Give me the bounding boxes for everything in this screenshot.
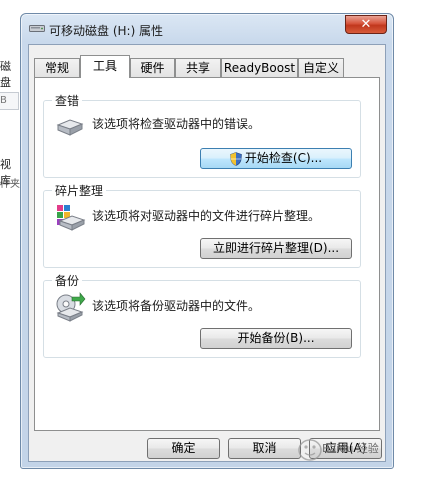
group-description: 该选项将备份驱动器中的文件。 xyxy=(92,299,261,313)
properties-dialog: 可移动磁盘 (H:) 属性 ✕ 常规 工具 硬件 共享 ReadyBoost 自… xyxy=(20,13,394,469)
group-title: 查错 xyxy=(52,92,83,109)
title-bar[interactable]: 可移动磁盘 (H:) 属性 ✕ xyxy=(21,14,393,44)
background-field: B xyxy=(0,92,19,110)
error-check-group: 查错 该选项将检查驱动器中的错误。 开始检查(C)... xyxy=(43,92,361,178)
defragment-now-button[interactable]: 立即进行碎片整理(D)... xyxy=(200,238,352,259)
defragment-icon xyxy=(57,205,86,231)
background-window: 磁盘 B 视库 件夹 xyxy=(0,0,20,481)
tools-tab-panel: 查错 该选项将检查驱动器中的错误。 开始检查(C)... 碎片整理 该选项将对驱… xyxy=(34,77,380,431)
tab-general[interactable]: 常规 xyxy=(34,58,80,77)
backup-icon xyxy=(56,292,86,322)
defrag-group: 碎片整理 该选项将对驱动器中的文件进行碎片整理。 立即进行碎片整理(D)... xyxy=(43,182,361,268)
group-title: 碎片整理 xyxy=(52,182,107,199)
tab-strip: 常规 工具 硬件 共享 ReadyBoost 自定义 xyxy=(34,55,374,78)
uac-shield-icon xyxy=(230,151,242,166)
tab-tools[interactable]: 工具 xyxy=(80,55,130,78)
dialog-client: 常规 工具 硬件 共享 ReadyBoost 自定义 查错 该选项将检查驱动器中… xyxy=(28,44,386,462)
check-now-button[interactable]: 开始检查(C)... xyxy=(200,148,352,169)
backup-now-button[interactable]: 开始备份(B)... xyxy=(200,328,352,349)
check-disk-icon xyxy=(56,119,84,136)
tab-readyboost[interactable]: ReadyBoost xyxy=(221,58,298,77)
tab-customize[interactable]: 自定义 xyxy=(298,58,344,77)
removable-drive-icon xyxy=(29,25,45,32)
close-button[interactable]: ✕ xyxy=(345,15,387,34)
cancel-button[interactable]: 取消 xyxy=(228,438,301,459)
window-title: 可移动磁盘 (H:) 属性 xyxy=(49,24,164,38)
watermark-text: Baidu 经验 xyxy=(322,442,379,455)
tab-sharing[interactable]: 共享 xyxy=(175,58,221,77)
backup-group: 备份 该选项将备份驱动器中的文件。 开始备份(B)... xyxy=(43,272,361,358)
background-text: 件夹 xyxy=(0,179,20,190)
group-title: 备份 xyxy=(52,272,83,289)
background-text: 磁盘 xyxy=(0,60,11,89)
group-description: 该选项将检查驱动器中的错误。 xyxy=(92,117,261,131)
ok-button[interactable]: 确定 xyxy=(147,438,220,459)
tab-hardware[interactable]: 硬件 xyxy=(130,58,175,77)
group-description: 该选项将对驱动器中的文件进行碎片整理。 xyxy=(92,209,321,223)
check-now-label: 开始检查(C)... xyxy=(244,151,323,165)
